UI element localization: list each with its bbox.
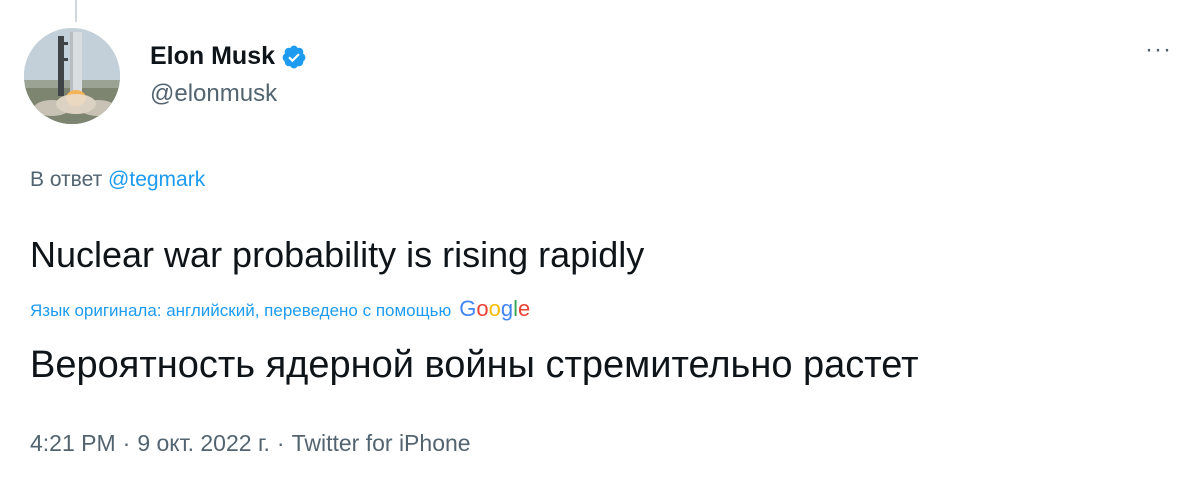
- author-avatar[interactable]: [24, 28, 120, 124]
- tweet-metadata: 4:21 PM · 9 окт. 2022 г. · Twitter for iPhon…: [30, 430, 471, 457]
- reply-mention-link[interactable]: @tegmark: [108, 168, 205, 191]
- tweet-text: Nuclear war probability is rising rapidl…: [30, 234, 645, 275]
- tweet-time[interactable]: 4:21 PM: [30, 430, 116, 456]
- thread-connector-line: [75, 0, 77, 22]
- tweet-card: Elon Musk @elonmusk ··· В ответ @tegmark…: [0, 0, 1200, 486]
- translated-tweet-text: Вероятность ядерной войны стремительно р…: [30, 344, 919, 386]
- rocket-launch-avatar-icon: [24, 28, 120, 124]
- google-logo: Google: [459, 296, 531, 321]
- author-display-name[interactable]: Elon Musk: [150, 42, 275, 71]
- meta-separator: ·: [122, 430, 131, 456]
- tweet-date[interactable]: 9 окт. 2022 г.: [137, 430, 270, 456]
- author-handle[interactable]: @elonmusk: [150, 80, 277, 108]
- author-name-row: Elon Musk: [150, 42, 307, 71]
- more-options-icon[interactable]: ···: [1145, 38, 1172, 62]
- tweet-source[interactable]: Twitter for iPhone: [292, 430, 471, 456]
- translation-note[interactable]: Язык оригинала: английский, переведено с…: [30, 296, 530, 322]
- reply-prefix: В ответ: [30, 168, 103, 191]
- translation-note-text: Язык оригинала: английский, переведено с…: [30, 301, 452, 320]
- meta-separator: ·: [276, 430, 285, 456]
- reply-context: В ответ @tegmark: [30, 168, 205, 192]
- verified-badge-icon: [281, 44, 307, 70]
